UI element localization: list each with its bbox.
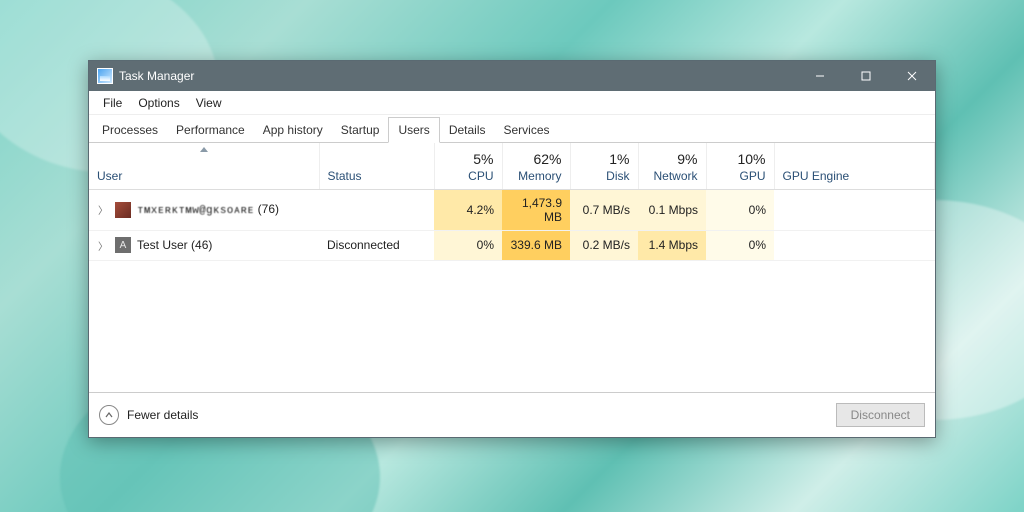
avatar: A: [115, 237, 131, 253]
titlebar[interactable]: Task Manager: [89, 61, 935, 91]
minimize-button[interactable]: [797, 61, 843, 91]
menu-view[interactable]: View: [188, 94, 230, 112]
tab-services[interactable]: Services: [495, 118, 559, 142]
tab-apphistory[interactable]: App history: [254, 118, 332, 142]
task-manager-window: Task Manager File Options View Processes…: [88, 60, 936, 438]
cell-gpu: 0%: [706, 189, 774, 230]
col-disk[interactable]: 1% Disk: [570, 143, 638, 189]
tab-startup[interactable]: Startup: [332, 118, 389, 142]
cell-disk: 0.7 MB/s: [570, 189, 638, 230]
chevron-right-icon[interactable]: 〉: [97, 202, 109, 217]
users-table: User Status 5% CPU 62% Memory 1% Disk: [89, 143, 935, 261]
sort-indicator-icon: [200, 147, 208, 152]
col-user-label: User: [97, 169, 122, 183]
cell-gpu: 0%: [706, 230, 774, 260]
col-network[interactable]: 9% Network: [638, 143, 706, 189]
col-status[interactable]: Status: [319, 143, 434, 189]
col-cpu-pct: 5%: [443, 151, 494, 167]
cell-memory: 1,473.9 MB: [502, 189, 570, 230]
table-row[interactable]: 〉 ᴛᴍxᴇʀᴋᴛᴍᴡ@gᴋsᴏᴀʀᴇ (76) 4.2% 1,473.9 MB…: [89, 189, 935, 230]
cell-gpu-engine: [774, 230, 935, 260]
user-name: Test User (46): [137, 238, 212, 252]
col-gpu-pct: 10%: [715, 151, 766, 167]
col-cpu-label: CPU: [468, 169, 493, 183]
cell-network: 0.1 Mbps: [638, 189, 706, 230]
col-gpu-engine-label: GPU Engine: [783, 169, 850, 183]
cell-cpu: 4.2%: [434, 189, 502, 230]
table-row[interactable]: 〉 A Test User (46) Disconnected 0% 339.6…: [89, 230, 935, 260]
col-network-pct: 9%: [647, 151, 698, 167]
chevron-right-icon[interactable]: 〉: [97, 238, 109, 253]
tab-processes[interactable]: Processes: [93, 118, 167, 142]
fewer-details-label: Fewer details: [127, 408, 198, 422]
tab-users[interactable]: Users: [388, 117, 439, 143]
user-status: Disconnected: [319, 230, 434, 260]
app-icon: [97, 68, 113, 84]
close-button[interactable]: [889, 61, 935, 91]
maximize-button[interactable]: [843, 61, 889, 91]
menu-file[interactable]: File: [95, 94, 130, 112]
window-title: Task Manager: [119, 69, 194, 83]
cell-disk: 0.2 MB/s: [570, 230, 638, 260]
col-memory[interactable]: 62% Memory: [502, 143, 570, 189]
user-name: ᴛᴍxᴇʀᴋᴛᴍᴡ@gᴋsᴏᴀʀᴇ (76): [137, 202, 279, 217]
col-cpu[interactable]: 5% CPU: [434, 143, 502, 189]
menu-options[interactable]: Options: [130, 94, 187, 112]
cell-gpu-engine: [774, 189, 935, 230]
user-status: [319, 189, 434, 230]
tabs: Processes Performance App history Startu…: [89, 115, 935, 143]
chevron-up-icon: [99, 405, 119, 425]
footer: Fewer details Disconnect: [89, 393, 935, 437]
col-memory-label: Memory: [518, 169, 561, 183]
cell-memory: 339.6 MB: [502, 230, 570, 260]
avatar: [115, 202, 131, 218]
col-user[interactable]: User: [89, 143, 319, 189]
col-disk-label: Disk: [606, 169, 629, 183]
menubar: File Options View: [89, 91, 935, 115]
cell-network: 1.4 Mbps: [638, 230, 706, 260]
col-gpu-engine[interactable]: GPU Engine: [774, 143, 935, 189]
col-gpu-label: GPU: [739, 169, 765, 183]
fewer-details-toggle[interactable]: Fewer details: [99, 405, 198, 425]
col-status-label: Status: [328, 169, 362, 183]
disconnect-button[interactable]: Disconnect: [836, 403, 925, 427]
cell-cpu: 0%: [434, 230, 502, 260]
col-network-label: Network: [653, 169, 697, 183]
table-header-row: User Status 5% CPU 62% Memory 1% Disk: [89, 143, 935, 189]
tab-performance[interactable]: Performance: [167, 118, 254, 142]
col-disk-pct: 1%: [579, 151, 630, 167]
tab-details[interactable]: Details: [440, 118, 495, 142]
col-memory-pct: 62%: [511, 151, 562, 167]
col-gpu[interactable]: 10% GPU: [706, 143, 774, 189]
content-area: User Status 5% CPU 62% Memory 1% Disk: [89, 143, 935, 393]
